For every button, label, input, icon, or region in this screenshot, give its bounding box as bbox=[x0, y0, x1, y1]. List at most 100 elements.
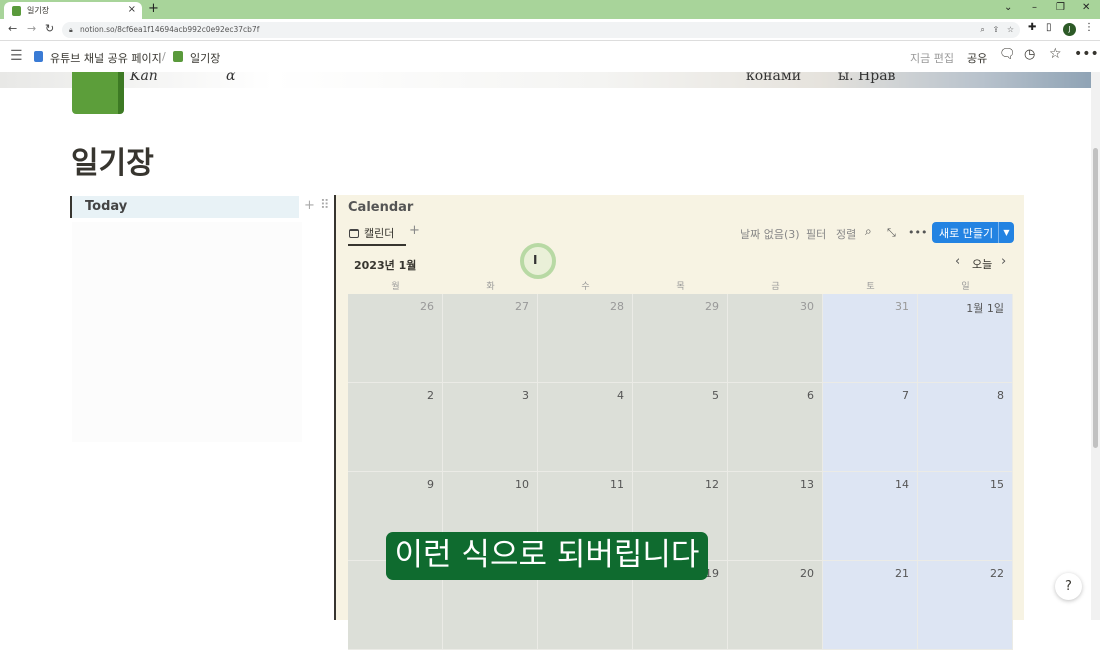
sort-button[interactable]: 정렬 bbox=[836, 226, 856, 242]
day-number: 22 bbox=[990, 567, 1004, 580]
today-linked-view bbox=[72, 222, 302, 442]
more-options-icon[interactable]: ••• bbox=[1074, 46, 1099, 62]
history-icon[interactable]: ◷ bbox=[1024, 47, 1035, 62]
day-number: 21 bbox=[895, 567, 909, 580]
calendar-day-cell[interactable]: 31 bbox=[823, 294, 918, 383]
day-number: 29 bbox=[705, 300, 719, 313]
calendar-day-cell[interactable]: 3 bbox=[443, 383, 538, 472]
day-number: 26 bbox=[420, 300, 434, 313]
day-number: 9 bbox=[427, 478, 434, 491]
drag-handle-icon[interactable]: ⠿ bbox=[320, 198, 330, 213]
cursor-highlight bbox=[520, 243, 556, 279]
url-text: notion.so/8cf6ea1f14694acb992c0e92ec37cb… bbox=[80, 25, 260, 34]
weekday-label: 금 bbox=[771, 282, 780, 292]
calendar-day-cell[interactable]: 29 bbox=[633, 294, 728, 383]
phone-page-icon bbox=[34, 51, 43, 62]
calendar-day-cell[interactable]: 1월 1일 bbox=[918, 294, 1013, 383]
profile-avatar[interactable]: J bbox=[1063, 23, 1076, 36]
comments-icon[interactable]: 🗨︎ bbox=[999, 47, 1016, 62]
extensions-icon[interactable]: ✚ bbox=[1028, 22, 1036, 33]
calendar-day-cell[interactable]: 14 bbox=[823, 472, 918, 561]
calendar-day-cell[interactable]: 4 bbox=[538, 383, 633, 472]
today-heading-block[interactable]: Today bbox=[70, 196, 299, 218]
cover-script: Kan bbox=[130, 72, 158, 84]
search-icon[interactable]: ⌕ bbox=[865, 224, 872, 239]
notebook-favicon-icon bbox=[12, 5, 21, 16]
browser-menu-icon[interactable]: ⋮ bbox=[1084, 22, 1094, 33]
today-label: Today bbox=[85, 199, 128, 214]
scrollbar-thumb[interactable] bbox=[1093, 148, 1098, 448]
no-date-button[interactable]: 날짜 없음(3) bbox=[740, 226, 800, 242]
calendar-day-cell[interactable]: 2 bbox=[348, 383, 443, 472]
menu-icon[interactable]: ☰ bbox=[10, 48, 23, 64]
day-number: 3 bbox=[522, 389, 529, 402]
url-action-icons[interactable]: ⌕ ⇪ ☆ bbox=[980, 22, 1014, 38]
calendar-day-cell[interactable]: 20 bbox=[728, 561, 823, 650]
calendar-day-cell[interactable]: 5 bbox=[633, 383, 728, 472]
calendar-day-cell[interactable]: 6 bbox=[728, 383, 823, 472]
notebook-page-icon[interactable] bbox=[72, 72, 124, 114]
add-block-icon[interactable]: + bbox=[304, 198, 315, 213]
calendar-day-cell[interactable]: 27 bbox=[443, 294, 538, 383]
calendar-view-tab[interactable]: 캘린더 bbox=[349, 225, 394, 241]
share-button[interactable]: 공유 bbox=[967, 50, 987, 66]
calendar-day-cell[interactable]: 7 bbox=[823, 383, 918, 472]
day-number: 8 bbox=[997, 389, 1004, 402]
day-number: 12 bbox=[705, 478, 719, 491]
page-title[interactable]: 일기장 bbox=[71, 138, 154, 182]
today-button[interactable]: 오늘 bbox=[972, 256, 992, 272]
calendar-day-cell[interactable]: 8 bbox=[918, 383, 1013, 472]
back-arrow-icon[interactable]: ← bbox=[8, 22, 17, 35]
calendar-icon bbox=[349, 228, 359, 238]
browser-tab[interactable]: 일기장 × bbox=[4, 2, 142, 19]
day-number: 2 bbox=[427, 389, 434, 402]
day-number: 10 bbox=[515, 478, 529, 491]
expand-icon[interactable]: ⤡ bbox=[887, 226, 896, 240]
prev-month-icon[interactable]: ‹ bbox=[955, 254, 960, 269]
favorite-star-icon[interactable]: ☆ bbox=[1049, 46, 1062, 62]
restore-button[interactable]: ❐ bbox=[1056, 2, 1065, 13]
day-number: 13 bbox=[800, 478, 814, 491]
close-window-button[interactable]: ✕ bbox=[1082, 2, 1090, 13]
calendar-day-cell[interactable]: 15 bbox=[918, 472, 1013, 561]
add-view-button[interactable]: + bbox=[409, 223, 420, 238]
reload-icon[interactable]: ↻ bbox=[45, 22, 54, 35]
new-button[interactable]: 새로 만들기 ▼ bbox=[932, 222, 1014, 243]
breadcrumb-current[interactable]: 일기장 bbox=[190, 50, 220, 66]
day-number: 15 bbox=[990, 478, 1004, 491]
url-field[interactable]: 🔒︎ notion.so/8cf6ea1f14694acb992c0e92ec3… bbox=[62, 22, 1020, 38]
weekday-label: 수 bbox=[581, 282, 590, 292]
forward-arrow-icon[interactable]: → bbox=[27, 22, 36, 35]
month-label: 2023년 1월 bbox=[354, 259, 417, 272]
calendar-title[interactable]: Calendar bbox=[348, 200, 413, 215]
sidepanel-icon[interactable]: ▯ bbox=[1046, 22, 1052, 33]
minimize-button[interactable]: – bbox=[1032, 2, 1037, 13]
cover-script: ы. Нрав bbox=[838, 72, 896, 84]
help-button[interactable]: ? bbox=[1055, 573, 1082, 600]
tab-title: 일기장 bbox=[27, 6, 50, 15]
notebook-page-icon bbox=[173, 51, 183, 62]
calendar-day-cell[interactable]: 22 bbox=[918, 561, 1013, 650]
page-scrollbar[interactable] bbox=[1091, 72, 1100, 620]
address-bar-row: ← → ↻ 🔒︎ notion.so/8cf6ea1f14694acb992c0… bbox=[0, 19, 1100, 41]
weekday-label: 일 bbox=[961, 282, 970, 292]
chevron-down-icon[interactable]: ▼ bbox=[998, 222, 1014, 243]
calendar-day-cell[interactable]: 28 bbox=[538, 294, 633, 383]
filter-button[interactable]: 필터 bbox=[806, 226, 826, 242]
calendar-day-cell[interactable]: 21 bbox=[823, 561, 918, 650]
calendar-day-cell[interactable]: 26 bbox=[348, 294, 443, 383]
calendar-day-cell[interactable]: 30 bbox=[728, 294, 823, 383]
breadcrumb-parent[interactable]: 유튜브 채널 공유 페이지 bbox=[50, 50, 162, 66]
more-icon[interactable]: ••• bbox=[908, 226, 927, 239]
tab-search-icon[interactable]: ⌄ bbox=[1004, 2, 1012, 13]
tab-close-button[interactable]: × bbox=[128, 4, 136, 15]
notion-topbar: ☰ 유튜브 채널 공유 페이지 / 일기장 지금 편집 공유 🗨︎ ◷ ☆ ••… bbox=[0, 41, 1100, 72]
new-tab-button[interactable]: + bbox=[148, 1, 159, 16]
breadcrumb-separator: / bbox=[162, 50, 166, 63]
weekday-label: 화 bbox=[486, 282, 495, 292]
day-number: 5 bbox=[712, 389, 719, 402]
calendar-day-cell[interactable]: 13 bbox=[728, 472, 823, 561]
next-month-icon[interactable]: › bbox=[1001, 254, 1006, 269]
text-cursor-icon: I bbox=[533, 253, 538, 267]
weekday-label: 토 bbox=[866, 282, 875, 292]
